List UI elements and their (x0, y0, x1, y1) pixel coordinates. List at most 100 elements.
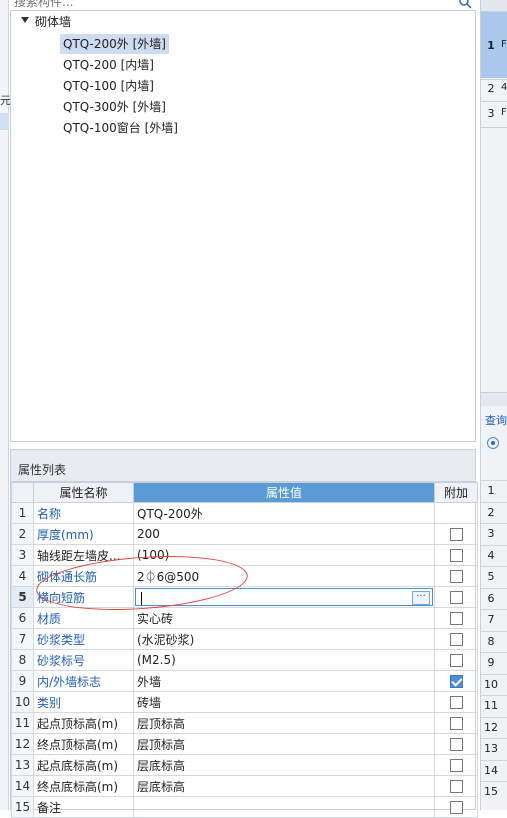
right-lower-row[interactable]: 6 (481, 587, 507, 609)
property-row[interactable]: 5 横向短筋 ··· (11, 586, 478, 608)
ellipsis-button[interactable]: ··· (412, 591, 430, 605)
right-panel-header (481, 0, 507, 12)
query-tab[interactable]: 查询 (485, 412, 507, 428)
right-selected-row[interactable]: 1 F (481, 12, 507, 78)
right-lower-row[interactable]: 11 (481, 695, 507, 716)
property-row[interactable]: 1 名称 QTQ-200外 (11, 502, 478, 524)
property-value[interactable]: 2⏀6@500 (133, 565, 435, 587)
checkbox[interactable] (449, 591, 463, 604)
search-input[interactable] (12, 0, 452, 10)
checkbox[interactable] (449, 780, 463, 793)
search-icon[interactable] (458, 0, 472, 9)
tree-category[interactable]: 砌体墙 (35, 12, 71, 32)
tree-item[interactable]: QTQ-100窗台 [外墙] (63, 118, 178, 138)
property-value[interactable]: 层顶标高 (133, 733, 435, 755)
right-lower-row[interactable]: 3 (481, 523, 507, 544)
right-lower-row[interactable]: 13 (481, 738, 507, 759)
property-row[interactable]: 10 类别 砖墙 (11, 691, 478, 713)
right-lower-row[interactable]: 14 (481, 759, 507, 781)
right-lower-row[interactable]: 4 (481, 544, 507, 566)
right-lower-row[interactable]: 15 (481, 781, 507, 802)
property-value[interactable]: QTQ-200外 (133, 502, 435, 524)
checkbox[interactable] (449, 612, 463, 625)
property-row[interactable]: 15 备注 (11, 796, 478, 818)
extra-cell (434, 733, 478, 755)
right-lower-row-number: 11 (484, 699, 498, 712)
left-edge-selection[interactable] (0, 113, 9, 130)
right-lower-row-number: 13 (484, 742, 498, 755)
right-lower-row-number: 14 (484, 763, 498, 777)
property-value[interactable]: (水泥砂浆) (133, 628, 435, 650)
checkbox[interactable] (449, 759, 463, 772)
property-value-editor[interactable]: ··· (133, 586, 435, 608)
property-value[interactable]: 层底标高 (133, 775, 435, 797)
checkbox[interactable] (449, 654, 463, 667)
checkbox-checked[interactable] (449, 675, 463, 688)
tree-item[interactable]: QTQ-200外 [外墙] (60, 34, 169, 54)
property-row[interactable]: 8 砂浆标号 (M2.5) (11, 649, 478, 671)
property-value[interactable]: 砖墙 (133, 691, 435, 713)
checkbox[interactable] (449, 570, 463, 583)
checkbox[interactable] (449, 528, 463, 541)
property-name: 内/外墙标志 (33, 670, 134, 692)
right-row-number: 2 (487, 82, 495, 95)
right-lower-row[interactable]: 10 (481, 673, 507, 695)
row-number: 2 (11, 523, 34, 545)
extra-cell (434, 754, 478, 776)
property-name: 横向短筋 (33, 586, 134, 608)
right-lower-row-number: 10 (484, 677, 498, 691)
checkbox[interactable] (449, 696, 463, 709)
tree-item[interactable]: QTQ-300外 [外墙] (63, 97, 166, 117)
checkbox[interactable] (449, 801, 463, 814)
right-lower-row[interactable]: 7 (481, 609, 507, 630)
property-value[interactable]: 实心砖 (133, 607, 435, 629)
property-row[interactable]: 4 砌体通长筋 2⏀6@500 (11, 565, 478, 587)
right-lower-row[interactable]: 12 (481, 716, 507, 738)
property-row[interactable]: 7 砂浆类型 (水泥砂浆) (11, 628, 478, 650)
property-value[interactable]: 200 (133, 523, 435, 545)
property-row[interactable]: 12 终点顶标高(m) 层顶标高 (11, 733, 478, 755)
collapse-arrow-icon[interactable] (21, 17, 29, 23)
property-row[interactable]: 11 起点顶标高(m) 层顶标高 (11, 712, 478, 734)
property-value[interactable]: 层底标高 (133, 754, 435, 776)
right-lower-row-number: 12 (484, 720, 498, 734)
property-value[interactable]: 层顶标高 (133, 712, 435, 734)
tree-item[interactable]: QTQ-200 [内墙] (63, 55, 154, 75)
property-value[interactable] (133, 796, 435, 818)
row-number: 13 (11, 754, 34, 776)
checkbox[interactable] (449, 717, 463, 730)
property-panel-header: 属性列表 (11, 450, 475, 482)
property-value[interactable]: 外墙 (133, 670, 435, 692)
property-row[interactable]: 2 厚度(mm) 200 (11, 523, 478, 545)
tree-item[interactable]: QTQ-100 [内墙] (63, 76, 154, 96)
property-row[interactable]: 9 内/外墙标志 外墙 (11, 670, 478, 692)
checkbox[interactable] (449, 633, 463, 646)
property-value[interactable]: (100) (133, 544, 435, 566)
right-lower-row[interactable]: 5 (481, 566, 507, 587)
radio-button[interactable] (487, 437, 499, 449)
property-row[interactable]: 14 终点底标高(m) 层底标高 (11, 775, 478, 797)
property-row[interactable]: 13 起点底标高(m) 层底标高 (11, 754, 478, 776)
column-header-name[interactable]: 属性名称 (33, 482, 134, 503)
column-header-extra[interactable]: 附加 (434, 482, 478, 503)
property-name: 终点顶标高(m) (33, 733, 134, 755)
checkbox[interactable] (449, 738, 463, 751)
extra-cell (434, 586, 478, 608)
right-lower-row[interactable]: 9 (481, 652, 507, 673)
right-lower-row-number: 1 (487, 484, 495, 497)
value-input[interactable]: ··· (135, 588, 433, 606)
extra-cell (434, 670, 478, 692)
right-lower-row-number: 8 (487, 634, 495, 648)
property-row[interactable]: 6 材质 实心砖 (11, 607, 478, 629)
property-value[interactable]: (M2.5) (133, 649, 435, 671)
property-name: 厚度(mm) (33, 523, 134, 545)
right-lower-row[interactable]: 8 (481, 630, 507, 652)
property-row[interactable]: 3 轴线距左墙皮... (100) (11, 544, 478, 566)
row-number: 8 (11, 649, 34, 671)
right-lower-row-number: 6 (487, 591, 495, 605)
extra-cell (434, 628, 478, 650)
right-lower-row[interactable]: 1 (481, 480, 507, 501)
column-header-value[interactable]: 属性值 (133, 482, 435, 503)
checkbox[interactable] (449, 549, 463, 562)
right-lower-row[interactable]: 2 (481, 501, 507, 523)
